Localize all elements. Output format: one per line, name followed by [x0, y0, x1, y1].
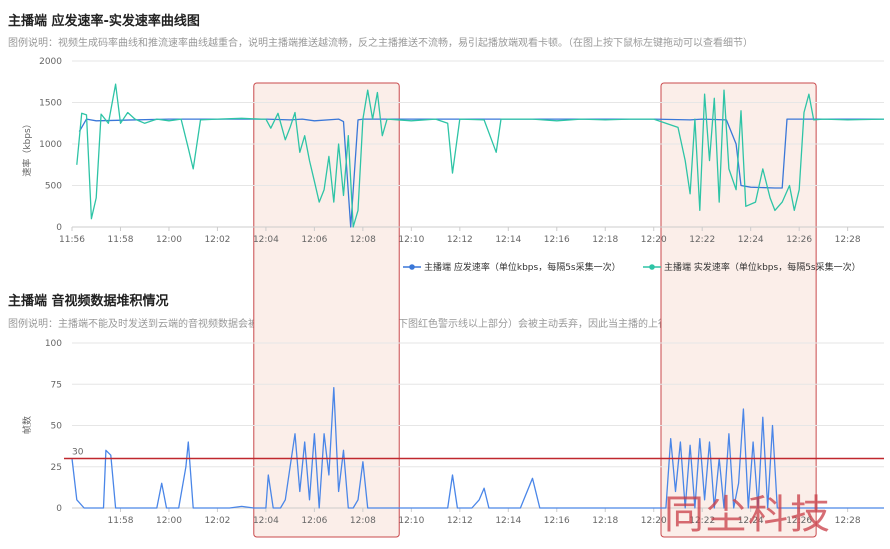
x-tick-label: 12:12	[447, 235, 473, 245]
legend-item-planned[interactable]: 主播端 应发速率（单位kbps，每隔5s采集一次）	[403, 261, 621, 273]
legend-item-actual[interactable]: 主播端 实发速率（单位kbps，每隔5s采集一次）	[643, 261, 861, 273]
x-tick-label: 12:00	[156, 516, 182, 526]
x-tick-label: 11:58	[108, 235, 134, 245]
chart2-y-axis-label: 帧数	[21, 416, 33, 434]
highlight-region-1	[253, 82, 400, 538]
x-tick-label: 12:00	[156, 235, 182, 245]
legend-label-actual: 主播端 实发速率（单位kbps，每隔5s采集一次）	[664, 261, 861, 273]
x-tick-label: 12:16	[544, 516, 570, 526]
legend-label-planned: 主播端 应发速率（单位kbps，每隔5s采集一次）	[424, 261, 621, 273]
chart1-y-axis-label: 速率（kbps）	[21, 119, 33, 176]
y-tick-label: 25	[51, 463, 62, 473]
x-tick-label: 12:06	[301, 516, 327, 526]
x-tick-label: 11:56	[59, 235, 85, 245]
x-tick-label: 12:10	[398, 516, 424, 526]
x-tick-label: 12:22	[689, 235, 715, 245]
y-tick-label: 1500	[39, 99, 62, 109]
x-tick-label: 12:08	[350, 516, 376, 526]
y-tick-label: 75	[51, 380, 62, 390]
x-tick-label: 12:02	[204, 235, 230, 245]
x-tick-label: 12:18	[592, 516, 618, 526]
x-tick-label: 12:10	[398, 235, 424, 245]
x-tick-label: 12:28	[835, 235, 861, 245]
x-tick-label: 12:04	[253, 235, 279, 245]
y-tick-label: 500	[45, 182, 62, 192]
watermark: 同尘科技	[664, 492, 832, 538]
chart1-legend[interactable]: 主播端 应发速率（单位kbps，每隔5s采集一次） 主播端 实发速率（单位kbp…	[403, 261, 861, 273]
charts-canvas[interactable]: 050010001500200011:56 11:58 12:00 12:02 12:0…	[0, 0, 890, 549]
x-tick-label: 12:20	[641, 235, 667, 245]
x-tick-label: 12:24	[738, 235, 764, 245]
x-tick-label: 12:06	[301, 235, 327, 245]
y-tick-label: 50	[51, 422, 63, 432]
x-tick-label: 12:12	[447, 516, 473, 526]
y-tick-label: 0	[56, 504, 62, 514]
x-tick-label: 12:14	[495, 516, 521, 526]
x-tick-label: 12:08	[350, 235, 376, 245]
x-tick-label: 12:18	[592, 235, 618, 245]
x-tick-label: 11:58	[108, 516, 134, 526]
threshold-label: 30	[72, 448, 84, 458]
x-tick-label: 12:28	[835, 516, 861, 526]
y-tick-label: 0	[56, 223, 62, 233]
x-tick-label: 12:16	[544, 235, 570, 245]
y-tick-label: 1000	[39, 140, 62, 150]
y-tick-label: 100	[45, 339, 62, 349]
x-tick-label: 12:26	[786, 235, 812, 245]
x-tick-label: 12:02	[204, 516, 230, 526]
x-tick-label: 12:04	[253, 516, 279, 526]
x-tick-label: 12:14	[495, 235, 521, 245]
y-tick-label: 2000	[39, 57, 62, 67]
